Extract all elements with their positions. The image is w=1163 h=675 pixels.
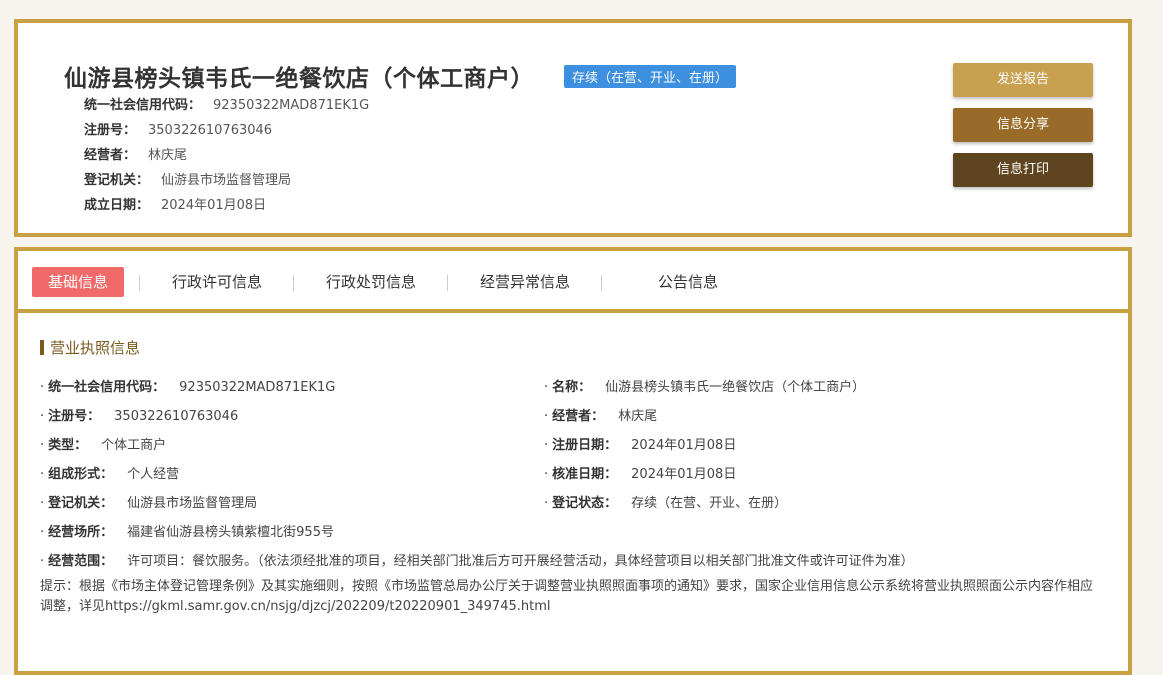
field-label: 登记状态：	[552, 496, 618, 511]
status-badge: 存续（在营、开业、在册）	[564, 64, 737, 88]
tab-divider	[447, 275, 448, 291]
field-operator: · 经营者： 林庆尾	[544, 409, 658, 424]
company-header-card: 仙游县榜头镇韦氏一绝餐饮店（个体工商户） 存续（在营、开业、在册） 统一社会信用…	[14, 19, 1132, 237]
field-composition: · 组成形式： 个人经营	[40, 467, 180, 482]
info-value: 仙游县市场监督管理局	[161, 173, 292, 188]
header-info-reg-no: 注册号： 350322610763046	[84, 118, 369, 143]
header-info-operator: 经营者： 林庆尾	[84, 143, 369, 168]
field-reg-date: · 注册日期： 2024年01月08日	[544, 438, 737, 453]
field-premises: · 经营场所： 福建省仙游县榜头镇紫檀北街955号	[40, 525, 334, 540]
field-label: 注册日期：	[552, 438, 618, 453]
field-approval-date: · 核准日期： 2024年01月08日	[544, 467, 737, 482]
field-value: 2024年01月08日	[631, 467, 737, 482]
section-bar	[40, 340, 44, 355]
title-row: 仙游县榜头镇韦氏一绝餐饮店（个体工商户） 存续（在营、开业、在册）	[64, 59, 737, 93]
header-info-established: 成立日期： 2024年01月08日	[84, 193, 369, 218]
field-value: 92350322MAD871EK1G	[179, 380, 336, 395]
print-info-button[interactable]: 信息打印	[953, 153, 1093, 187]
detail-card: 基础信息 行政许可信息 行政处罚信息 经营异常信息 公告信息 营业执照信息 · 统…	[14, 247, 1132, 675]
info-value: 350322610763046	[148, 123, 273, 138]
field-value: 许可项目：餐饮服务。（依法须经批准的项目，经相关部门批准后方可开展经营活动，具体…	[127, 554, 914, 569]
field-reg-no: · 注册号： 350322610763046	[40, 409, 239, 424]
header-info-authority: 登记机关： 仙游县市场监督管理局	[84, 168, 369, 193]
field-label: 经营范围：	[48, 554, 114, 569]
field-value: 2024年01月08日	[631, 438, 737, 453]
info-label: 经营者：	[84, 148, 137, 163]
send-report-button[interactable]: 发送报告	[953, 63, 1093, 97]
field-label: 注册号：	[48, 409, 101, 424]
field-value: 个体工商户	[101, 438, 167, 453]
info-value: 2024年01月08日	[161, 198, 267, 213]
field-value: 存续（在营、开业、在册）	[631, 496, 788, 511]
field-value: 福建省仙游县榜头镇紫檀北街955号	[127, 525, 334, 540]
tab-admin-license[interactable]: 行政许可信息	[172, 267, 262, 297]
field-label: 组成形式：	[48, 467, 114, 482]
section-title-text: 营业执照信息	[50, 339, 141, 357]
info-label: 成立日期：	[84, 198, 150, 213]
tab-bar: 基础信息 行政许可信息 行政处罚信息 经营异常信息 公告信息	[18, 251, 1128, 313]
field-label: 经营者：	[552, 409, 605, 424]
field-reg-status: · 登记状态： 存续（在营、开业、在册）	[544, 496, 788, 511]
field-label: 登记机关：	[48, 496, 114, 511]
header-info-list: 统一社会信用代码： 92350322MAD871EK1G 注册号： 35032261…	[84, 93, 369, 218]
tab-divider	[293, 275, 294, 291]
field-credit-code: · 统一社会信用代码： 92350322MAD871EK1G	[40, 380, 336, 395]
info-value: 92350322MAD871EK1G	[213, 98, 370, 113]
tab-basic-info[interactable]: 基础信息	[32, 267, 125, 297]
field-label: 统一社会信用代码：	[48, 380, 166, 395]
header-info-credit-code: 统一社会信用代码： 92350322MAD871EK1G	[84, 93, 369, 118]
company-title: 仙游县榜头镇韦氏一绝餐饮店（个体工商户）	[64, 66, 534, 92]
tab-admin-penalty[interactable]: 行政处罚信息	[326, 267, 416, 297]
section-title: 营业执照信息	[40, 337, 140, 358]
field-business-scope: · 经营范围： 许可项目：餐饮服务。（依法须经批准的项目，经相关部门批准后方可开展经…	[40, 554, 914, 569]
field-label: 类型：	[48, 438, 88, 453]
tab-divider	[139, 275, 140, 291]
field-value: 个人经营	[127, 467, 180, 482]
field-value: 仙游县市场监督管理局	[127, 496, 258, 511]
field-label: 经营场所：	[48, 525, 114, 540]
info-label: 登记机关：	[84, 173, 150, 188]
tab-announcements[interactable]: 公告信息	[658, 267, 718, 297]
field-label: 名称：	[552, 380, 592, 395]
field-label: 核准日期：	[552, 467, 618, 482]
tab-abnormal-operation[interactable]: 经营异常信息	[480, 267, 570, 297]
field-type: · 类型： 个体工商户	[40, 438, 167, 453]
share-info-button[interactable]: 信息分享	[953, 108, 1093, 142]
notice-text: 提示：根据《市场主体登记管理条例》及其实施细则，按照《市场监管总局办公厅关于调整…	[40, 579, 1094, 614]
field-authority: · 登记机关： 仙游县市场监督管理局	[40, 496, 258, 511]
field-value: 仙游县榜头镇韦氏一绝餐饮店（个体工商户）	[605, 380, 866, 395]
field-value: 350322610763046	[114, 409, 239, 424]
info-value: 林庆尾	[148, 148, 188, 163]
info-label: 注册号：	[84, 123, 137, 138]
field-name: · 名称： 仙游县榜头镇韦氏一绝餐饮店（个体工商户）	[544, 380, 866, 395]
field-value: 林庆尾	[618, 409, 658, 424]
info-label: 统一社会信用代码：	[84, 98, 202, 113]
tab-divider	[601, 275, 602, 291]
